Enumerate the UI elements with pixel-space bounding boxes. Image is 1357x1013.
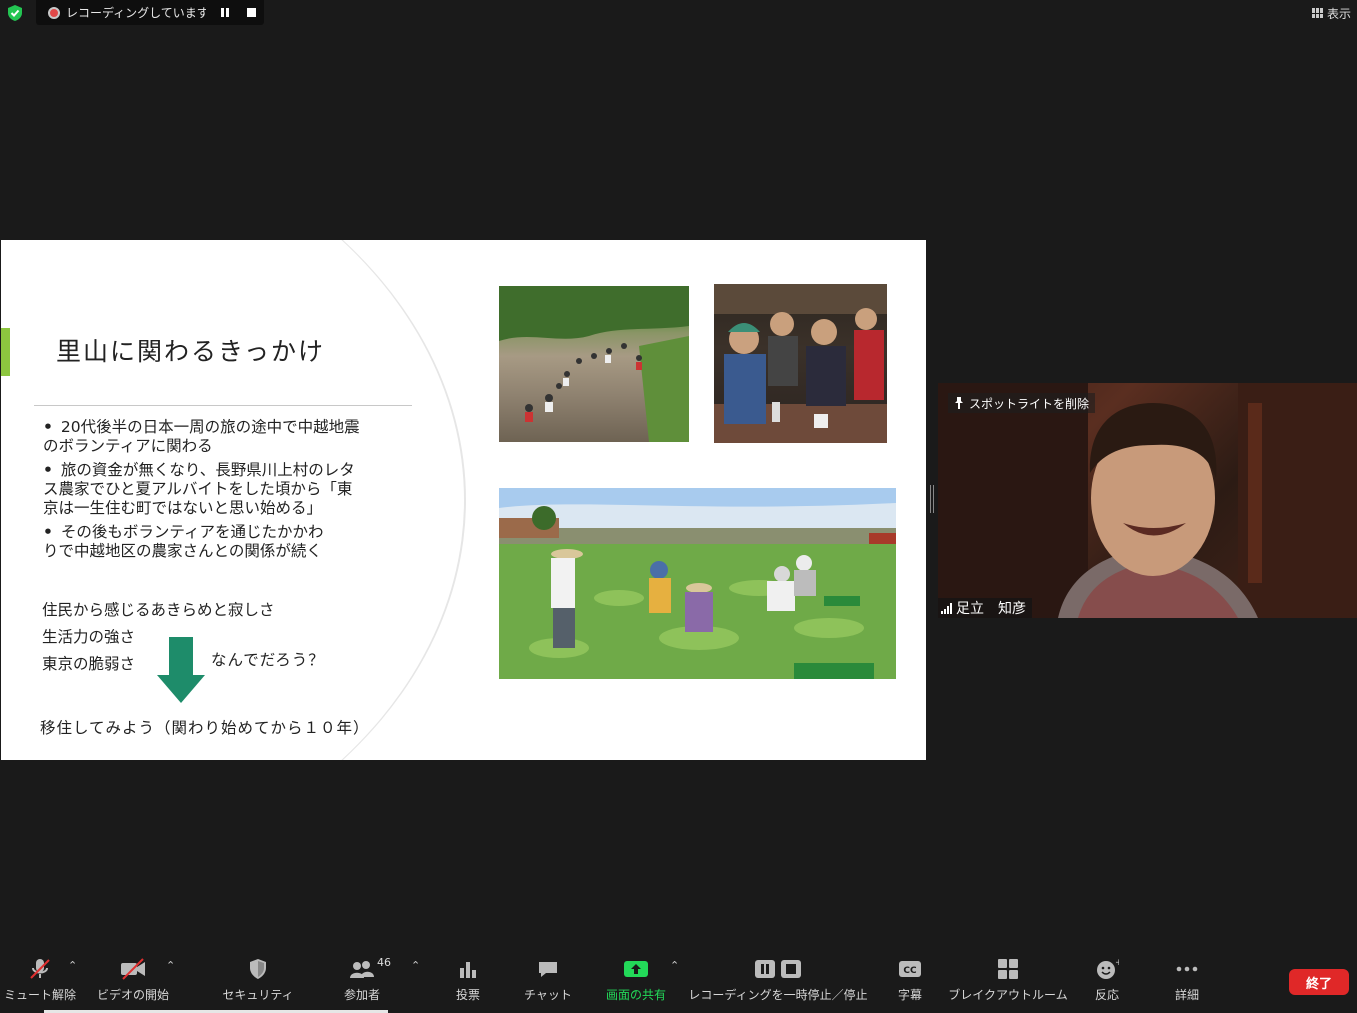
chat-icon: [539, 962, 557, 977]
note-line: 住民から感じるあきらめと寂しさ: [42, 601, 275, 619]
connection-signal-icon: [941, 602, 952, 614]
bullet-text: りで中越地区の農家さんとの関係が続く: [43, 542, 322, 560]
stop-recording-button[interactable]: [244, 7, 258, 19]
captions-button[interactable]: CC 字幕: [890, 953, 930, 1011]
unmute-label: ミュート解除: [4, 988, 77, 1002]
share-screen-button[interactable]: 画面の共有: [600, 953, 672, 1011]
conclusion-text: 移住してみよう（関わり始めてから１０年）: [40, 719, 370, 737]
video-options-caret-icon[interactable]: ⌃: [166, 959, 175, 972]
security-label: セキュリティ: [222, 988, 294, 1002]
bullet-list: • 20代後半の日本一周の旅の途中で中越地震 のボランティアに関わる • 旅の資金が…: [41, 418, 401, 566]
question-text: なんでだろう？: [211, 651, 325, 669]
closed-captions-icon: CC: [899, 961, 921, 977]
pause-recording-icon: [755, 960, 775, 978]
panel-resize-handle[interactable]: [930, 485, 934, 513]
pause-stop-recording-button[interactable]: レコーディングを一時停止／停止: [688, 953, 868, 1011]
participants-button[interactable]: 46 参加者: [330, 953, 394, 1011]
participant-video[interactable]: スポットライトを削除 足立 知彦: [938, 383, 1357, 618]
title-accent-bar: [1, 328, 10, 376]
bullet-item: • 旅の資金が無くなり、長野県川上村のレタ ス農家でひと夏アルバイトをした頃から「…: [43, 461, 355, 517]
more-label: 詳細: [1174, 988, 1199, 1002]
polls-icon: [460, 962, 476, 978]
bullet-text: 旅の資金が無くなり、長野県川上村のレタ: [60, 461, 355, 479]
bullet-item: • その後もボランティアを通じたかかわ りで中越地区の農家さんとの関係が続く: [43, 523, 324, 560]
reactions-button[interactable]: + 反応: [1086, 953, 1128, 1011]
title-divider: [34, 405, 412, 406]
pin-icon: [955, 397, 963, 409]
pause-recording-button[interactable]: [218, 7, 232, 19]
participants-label: 参加者: [343, 988, 380, 1002]
participants-icon: [350, 961, 374, 978]
down-arrow-icon: [157, 637, 205, 703]
view-label: 表示: [1326, 6, 1351, 21]
slide-title: 里山に関わるきっかけ: [56, 337, 326, 366]
note-line: 生活力の強さ: [42, 628, 136, 646]
video-camera-off-icon: [121, 958, 145, 980]
meeting-window: レコーディングしています... 表示 里山に関わるきっかけ • 20代後半の日本一…: [0, 0, 1357, 1013]
breakout-rooms-icon: [998, 959, 1018, 979]
bullet-text: 20代後半の日本一周の旅の途中で中越地震: [60, 418, 360, 436]
stop-recording-icon: [781, 960, 801, 978]
spotlight-label: スポットライトを削除: [969, 396, 1090, 411]
view-grid-icon: [1311, 8, 1323, 18]
participant-count: 46: [377, 956, 391, 969]
participant-name-tag: 足立 知彦: [938, 598, 1032, 618]
bullet-text: のボランティアに関わる: [43, 437, 213, 455]
stop-icon: [246, 8, 256, 17]
chat-label: チャット: [524, 988, 572, 1002]
recording-indicator: レコーディングしています...: [36, 0, 264, 25]
security-shield-icon: [250, 959, 266, 979]
unmute-button[interactable]: ミュート解除: [4, 953, 76, 1011]
start-video-button[interactable]: ビデオの開始: [96, 953, 170, 1011]
end-meeting-button[interactable]: 終了: [1289, 969, 1349, 995]
polls-button[interactable]: 投票: [448, 953, 488, 1011]
shared-slide: 里山に関わるきっかけ • 20代後半の日本一周の旅の途中で中越地震 のボランティア…: [1, 240, 926, 760]
bullet-text: 京は一生住む町ではないと思い始める」: [43, 499, 323, 517]
view-button[interactable]: 表示: [1311, 3, 1351, 23]
share-screen-label: 画面の共有: [605, 988, 666, 1002]
chat-button[interactable]: チャット: [522, 953, 574, 1011]
lettuce-field-photo: [499, 488, 896, 679]
more-button[interactable]: 詳細: [1166, 953, 1208, 1011]
more-ellipsis-icon: [1176, 966, 1198, 972]
captions-label: 字幕: [897, 988, 922, 1002]
recording-status-text: レコーディングしています...: [66, 6, 206, 20]
polls-label: 投票: [455, 988, 480, 1002]
recording-dot-icon: [48, 6, 60, 19]
start-video-label: ビデオの開始: [96, 988, 169, 1002]
pause-icon: [221, 8, 229, 17]
microphone-muted-icon: [30, 959, 50, 979]
svg-text:CC: CC: [903, 966, 917, 976]
svg-text:+: +: [1115, 958, 1119, 968]
share-options-caret-icon[interactable]: ⌃: [670, 959, 679, 972]
group-photo: [714, 284, 887, 443]
pause-stop-recording-label: レコーディングを一時停止／停止: [688, 988, 868, 1002]
audio-options-caret-icon[interactable]: ⌃: [68, 959, 77, 972]
note-line: 東京の脆弱さ: [42, 655, 136, 673]
bullet-text: ス農家でひと夏アルバイトをした頃から「東: [43, 480, 353, 498]
breakout-rooms-button[interactable]: ブレイクアウトルーム: [948, 953, 1068, 1011]
encryption-shield-icon[interactable]: [6, 4, 24, 22]
reactions-label: 反応: [1094, 988, 1119, 1002]
bullet-item: • 20代後半の日本一周の旅の途中で中越地震 のボランティアに関わる: [43, 418, 360, 455]
breakout-rooms-label: ブレイクアウトルーム: [948, 988, 1068, 1002]
participants-options-caret-icon[interactable]: ⌃: [411, 959, 420, 972]
rice-planting-photo: [499, 286, 689, 442]
reactions-smiley-icon: +: [1097, 958, 1119, 979]
bullet-text: その後もボランティアを通じたかかわ: [60, 523, 324, 541]
meeting-toolbar: ミュート解除 ⌃ ビデオの開始 ⌃ セキュリティ 46 参加者 ⌃ 投票 チャッ…: [0, 953, 1357, 1013]
share-screen-icon: [624, 961, 648, 977]
remove-spotlight-button[interactable]: スポットライトを削除: [948, 393, 1096, 413]
participant-name: 足立 知彦: [956, 601, 1026, 617]
security-button[interactable]: セキュリティ: [222, 953, 294, 1011]
